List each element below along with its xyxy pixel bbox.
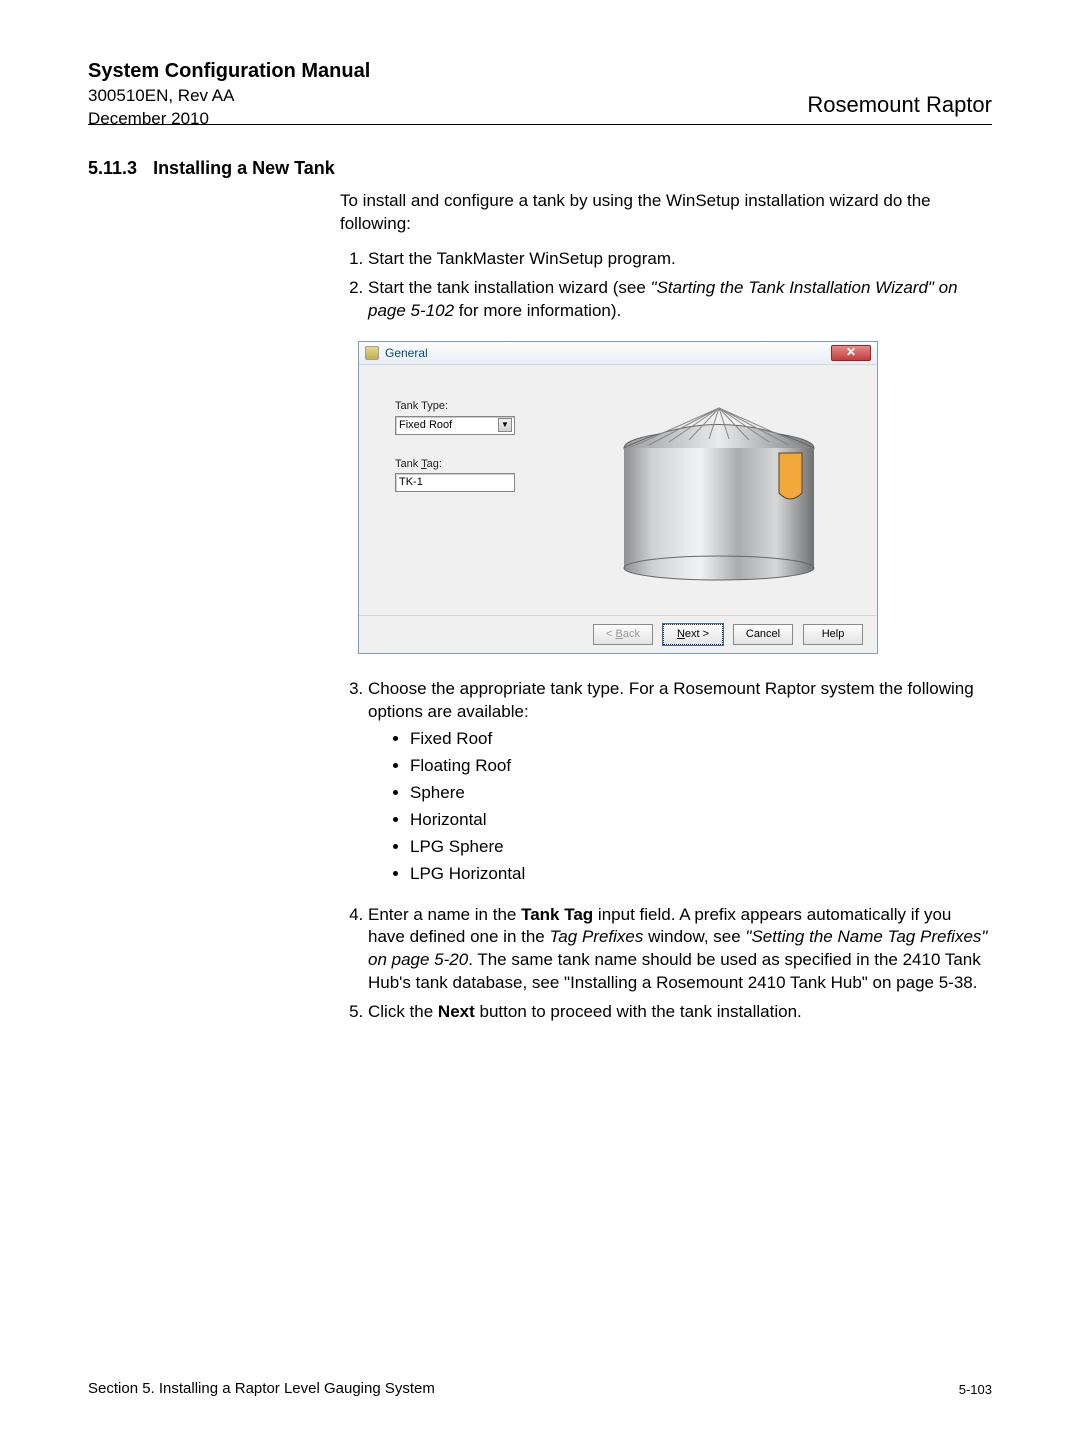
help-button[interactable]: Help bbox=[803, 624, 863, 645]
tank-type-options: Fixed Roof Floating Roof Sphere Horizont… bbox=[368, 728, 992, 886]
footer-section: Section 5. Installing a Raptor Level Gau… bbox=[88, 1379, 435, 1399]
step-4-italic1: Tag Prefixes bbox=[549, 927, 643, 946]
step-1: Start the TankMaster WinSetup program. bbox=[368, 248, 992, 271]
step-4-a: Enter a name in the bbox=[368, 905, 521, 924]
section-number: 5.11.3 bbox=[88, 156, 137, 180]
step-5: Click the Next button to proceed with th… bbox=[368, 1001, 992, 1024]
tank-tag-value: TK-1 bbox=[399, 476, 423, 488]
option-floating-roof: Floating Roof bbox=[410, 755, 992, 778]
tank-tag-label: Tank Tag: bbox=[395, 457, 565, 472]
section-heading: 5.11.3 Installing a New Tank bbox=[88, 156, 335, 180]
tank-tag-label-post: ag: bbox=[427, 458, 442, 470]
page-header-left: System Configuration Manual 300510EN, Re… bbox=[88, 58, 370, 131]
cancel-button[interactable]: Cancel bbox=[733, 624, 793, 645]
back-button: < Back bbox=[593, 624, 653, 645]
option-fixed-roof: Fixed Roof bbox=[410, 728, 992, 751]
step-list-top: Start the TankMaster WinSetup program. S… bbox=[340, 248, 992, 323]
doc-title: System Configuration Manual bbox=[88, 58, 370, 85]
body-column: To install and configure a tank by using… bbox=[340, 190, 992, 678]
close-icon: ✕ bbox=[846, 345, 856, 359]
option-horizontal: Horizontal bbox=[410, 809, 992, 832]
tank-tag-label-pre: Tank bbox=[395, 458, 421, 470]
step-5-a: Click the bbox=[368, 1002, 438, 1021]
tank-tag-input[interactable]: TK-1 bbox=[395, 473, 515, 492]
close-button[interactable]: ✕ bbox=[831, 345, 871, 361]
step-2-a: Start the tank installation wizard (see bbox=[368, 278, 651, 297]
dialog-titlebar[interactable]: General ✕ bbox=[359, 342, 877, 365]
step-5-bold: Next bbox=[438, 1002, 475, 1021]
dialog-title: General bbox=[385, 345, 428, 361]
step-4: Enter a name in the Tank Tag input field… bbox=[368, 904, 992, 996]
tank-illustration bbox=[614, 393, 824, 583]
step-3: Choose the appropriate tank type. For a … bbox=[368, 678, 992, 886]
next-button[interactable]: Next > bbox=[663, 624, 723, 645]
footer-page-number: 5-103 bbox=[959, 1381, 992, 1399]
option-lpg-horizontal: LPG Horizontal bbox=[410, 863, 992, 886]
option-lpg-sphere: LPG Sphere bbox=[410, 836, 992, 859]
dialog-footer: < Back Next > Cancel Help bbox=[359, 615, 877, 653]
doc-date: December 2010 bbox=[88, 108, 370, 131]
header-divider bbox=[88, 124, 992, 125]
dialog-app-icon bbox=[365, 346, 379, 360]
step-3-text: Choose the appropriate tank type. For a … bbox=[368, 679, 974, 721]
tank-type-label: Tank Type: bbox=[395, 399, 565, 414]
step-5-b: button to proceed with the tank installa… bbox=[475, 1002, 802, 1021]
step-2: Start the tank installation wizard (see … bbox=[368, 277, 992, 323]
chevron-down-icon: ▼ bbox=[498, 418, 512, 432]
intro-text: To install and configure a tank by using… bbox=[340, 190, 992, 236]
general-dialog: General ✕ Tank Type: Fixed Roof ▼ Tank T… bbox=[358, 341, 878, 654]
step-list-lower: Choose the appropriate tank type. For a … bbox=[340, 678, 992, 1024]
body-column-lower: Choose the appropriate tank type. For a … bbox=[340, 678, 992, 1030]
option-sphere: Sphere bbox=[410, 782, 992, 805]
step-4-c: window, see bbox=[643, 927, 745, 946]
step-2-b: for more information). bbox=[454, 301, 621, 320]
tank-type-select[interactable]: Fixed Roof ▼ bbox=[395, 416, 515, 435]
tank-type-value: Fixed Roof bbox=[399, 418, 452, 433]
step-4-bold1: Tank Tag bbox=[521, 905, 593, 924]
doc-code: 300510EN, Rev AA bbox=[88, 85, 370, 108]
brand-name: Rosemount Raptor bbox=[807, 90, 992, 120]
section-title: Installing a New Tank bbox=[153, 156, 335, 180]
